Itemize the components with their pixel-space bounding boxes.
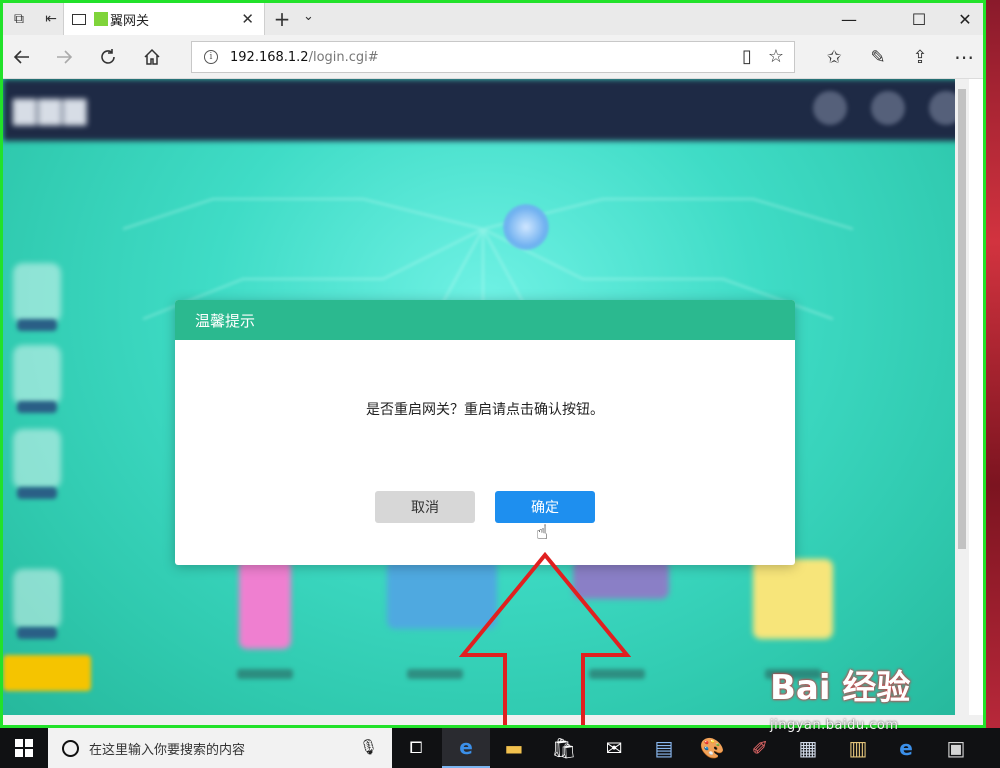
close-tab-icon[interactable]: ✕ <box>241 10 254 28</box>
chevron-down-icon[interactable]: ⌄ <box>303 9 314 24</box>
tab-title: 翼网关 <box>110 13 150 29</box>
share-button[interactable]: ⇪ <box>905 43 935 71</box>
side-tag <box>17 401 57 413</box>
baidu-watermark: Bai 经验 jingyan.baidu.com <box>770 660 911 733</box>
side-icon <box>13 429 61 489</box>
search-placeholder: 在这里输入你要搜索的内容 <box>89 742 246 758</box>
file-explorer-icon[interactable]: ▬ <box>490 728 538 768</box>
watermark-logo: Bai 经验 <box>770 668 911 708</box>
info-icon[interactable]: i <box>204 50 218 64</box>
books-icon[interactable]: ▥ <box>834 728 882 768</box>
dialog-header: 温馨提示 <box>175 300 795 340</box>
share-icon: ⇪ <box>912 46 928 68</box>
arrow-right-icon <box>57 50 73 64</box>
favorites-icon: ✩ <box>826 46 842 68</box>
remote-desktop-icon[interactable]: ▤ <box>640 728 688 768</box>
store-icon[interactable]: 🛍 <box>540 728 588 768</box>
edge-browser-icon[interactable]: e <box>442 728 490 768</box>
side-tag <box>17 627 57 639</box>
minimize-button[interactable]: — <box>823 3 875 35</box>
internet-explorer-icon[interactable]: e <box>882 728 930 768</box>
center-glow <box>503 204 549 250</box>
tab-preview-icon[interactable]: ⧉ <box>3 3 35 35</box>
card-label <box>407 669 463 679</box>
header-circle-icon <box>813 91 847 125</box>
reboot-dialog: 温馨提示 是否重启网关？重启请点击确认按钮。 取消 确定 <box>175 300 795 565</box>
web-note-button[interactable]: ✎ <box>863 43 893 71</box>
brand-logo-icon <box>94 12 108 26</box>
new-tab-button[interactable]: + <box>271 7 293 31</box>
tab-gateway[interactable]: 翼网关 ✕ <box>63 3 265 35</box>
more-icon: ⋯ <box>954 45 974 69</box>
windows-logo-icon <box>15 739 33 757</box>
tab-bar: ⧉ ⇤ 翼网关 ✕ + ⌄ — ☐ ✕ <box>3 3 983 35</box>
yellow-button <box>3 655 91 691</box>
dialog-message: 是否重启网关？重启请点击确认按钮。 <box>366 402 604 418</box>
document-icon[interactable]: ▦ <box>784 728 832 768</box>
page-logo: ▆▆▆ <box>13 91 89 126</box>
navigation-bar: i 192.168.1.2 /login.cgi# ▯ ☆ ✩ ✎ ⇪ ⋯ <box>3 35 983 79</box>
side-icon <box>13 263 61 323</box>
desktop-edge <box>986 0 1000 728</box>
paint-brush-icon[interactable]: ✐ <box>736 728 784 768</box>
close-window-button[interactable]: ✕ <box>939 3 983 35</box>
taskbar-search[interactable]: 在这里输入你要搜索的内容 🎙 <box>48 728 392 768</box>
side-icon <box>13 569 61 629</box>
app-card <box>239 559 291 649</box>
side-tag <box>17 487 57 499</box>
paint-icon[interactable]: 🎨 <box>688 728 736 768</box>
maximize-button[interactable]: ☐ <box>893 3 945 35</box>
browser-window: ⧉ ⇤ 翼网关 ✕ + ⌄ — ☐ ✕ i 192.168.1.2 /login… <box>0 0 986 728</box>
book-icon[interactable]: ▯ <box>742 46 752 67</box>
url-host: 192.168.1.2 <box>230 49 309 65</box>
address-bar[interactable]: i 192.168.1.2 /login.cgi# ▯ ☆ <box>191 41 795 73</box>
red-arrow-annotation <box>459 551 631 725</box>
more-button[interactable]: ⋯ <box>949 43 979 71</box>
system-tool-icon[interactable]: ▣ <box>932 728 980 768</box>
page-icon <box>72 13 86 25</box>
home-icon <box>144 48 160 65</box>
cancel-button[interactable]: 取消 <box>375 491 475 523</box>
star-icon[interactable]: ☆ <box>768 46 784 67</box>
home-button[interactable] <box>137 43 167 71</box>
side-icon <box>13 345 61 405</box>
favorites-hub-button[interactable]: ✩ <box>819 43 849 71</box>
url-path: /login.cgi# <box>308 49 379 65</box>
hand-cursor-icon: ☝ <box>536 520 549 544</box>
arrow-left-icon <box>13 50 29 64</box>
scrollbar-thumb[interactable] <box>958 89 966 549</box>
taskbar: 在这里输入你要搜索的内容 🎙 ⧠ e ▬ 🛍 ✉ ▤ 🎨 ✐ ▦ ▥ e ▣ <box>0 728 1000 768</box>
start-button[interactable] <box>0 728 48 768</box>
microphone-icon[interactable]: 🎙 <box>359 738 378 756</box>
card-label <box>237 669 293 679</box>
task-view-button[interactable]: ⧠ <box>392 728 440 768</box>
pen-icon: ✎ <box>870 46 886 68</box>
header-circle-icon <box>871 91 905 125</box>
mail-icon[interactable]: ✉ <box>590 728 638 768</box>
back-button[interactable] <box>7 43 37 71</box>
dialog-title: 温馨提示 <box>195 311 256 330</box>
side-tag <box>17 319 57 331</box>
forward-button[interactable] <box>49 43 79 71</box>
confirm-button[interactable]: 确定 <box>495 491 595 523</box>
refresh-button[interactable] <box>93 43 123 71</box>
refresh-icon <box>101 49 115 64</box>
cortana-icon <box>62 739 79 757</box>
vertical-scrollbar[interactable] <box>955 79 969 715</box>
watermark-url: jingyan.baidu.com <box>770 718 899 733</box>
app-card <box>753 559 833 639</box>
